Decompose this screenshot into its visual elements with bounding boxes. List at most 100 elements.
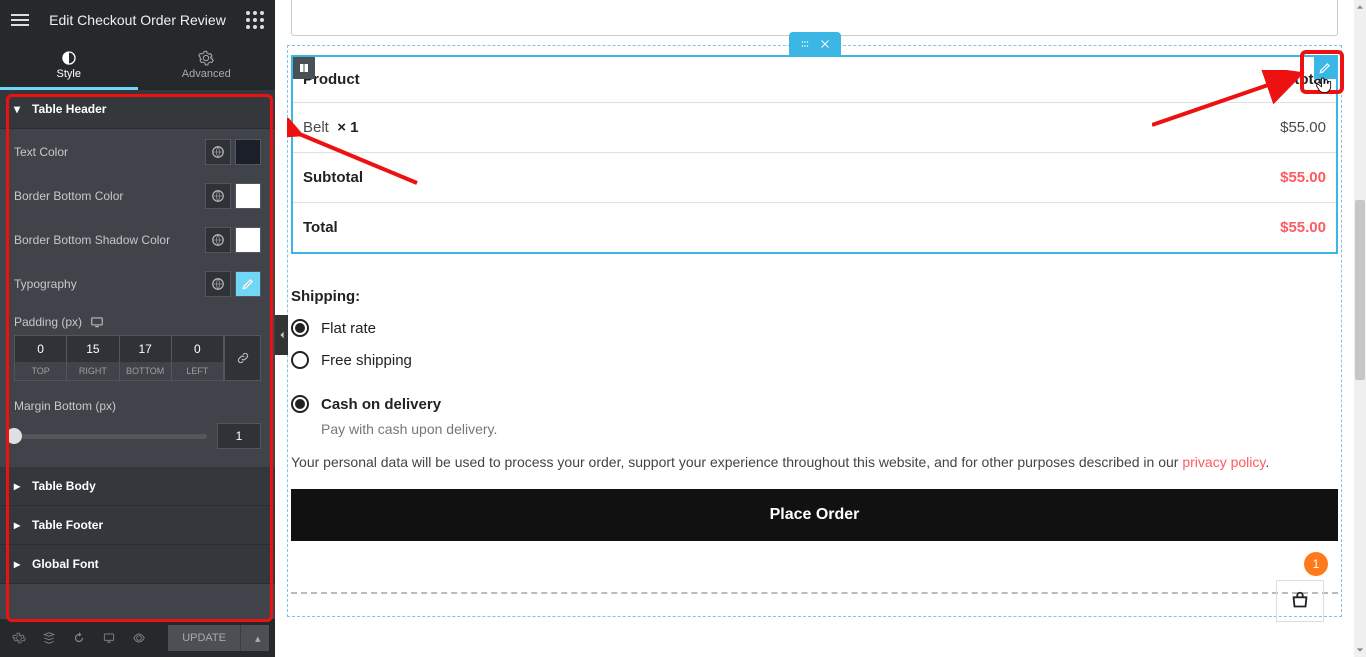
section-table-header-content: Text Color Border Bottom Color Border Bo… <box>0 129 275 467</box>
item-qty: × 1 <box>337 119 358 136</box>
shipping-flat-rate-label: Flat rate <box>321 320 376 337</box>
place-order-button[interactable]: Place Order <box>291 489 1338 541</box>
history-icon[interactable] <box>66 625 92 651</box>
opt-border-bottom-shadow-color-label: Border Bottom Shadow Color <box>14 233 170 247</box>
radio-icon <box>291 395 309 413</box>
opt-typography: Typography <box>14 271 261 297</box>
sidebar-body: ▾ Table Header Text Color Border Bottom … <box>0 90 275 619</box>
margin-bottom-slider[interactable] <box>14 434 207 439</box>
update-dropdown[interactable]: ▴ <box>240 625 269 651</box>
border-bottom-color-swatch[interactable] <box>235 183 261 209</box>
typography-edit-button[interactable] <box>235 271 261 297</box>
padding-top-input[interactable] <box>15 336 66 362</box>
textarea-bottom-edge[interactable] <box>291 0 1338 36</box>
sidebar-footer: UPDATE ▴ <box>0 619 275 657</box>
section-table-body[interactable]: ▸ Table Body <box>0 467 275 506</box>
settings-icon[interactable] <box>6 625 32 651</box>
responsive-icon[interactable] <box>90 315 104 329</box>
payment-cod[interactable]: Cash on delivery <box>291 395 1338 413</box>
opt-border-bottom-shadow-color: Border Bottom Shadow Color <box>14 227 261 253</box>
below-order: Shipping: Flat rate Free shipping Cash o… <box>291 288 1338 541</box>
total-value: $55.00 <box>815 203 1337 253</box>
row-subtotal: Subtotal $55.00 <box>293 153 1336 203</box>
sidebar-collapse-handle[interactable] <box>275 315 288 355</box>
radio-icon <box>291 319 309 337</box>
privacy-text: Your personal data will be used to proce… <box>291 453 1338 473</box>
update-button[interactable]: UPDATE <box>168 625 240 651</box>
opt-border-bottom-color-label: Border Bottom Color <box>14 189 123 203</box>
opt-margin-bottom-label: Margin Bottom (px) <box>14 399 261 413</box>
slider-thumb[interactable] <box>6 428 22 444</box>
menu-icon[interactable] <box>8 8 32 32</box>
th-product: Product <box>293 57 815 103</box>
close-icon[interactable] <box>819 38 831 50</box>
navigator-icon[interactable] <box>36 625 62 651</box>
th-subtotal: Subtotal <box>815 57 1337 103</box>
scroll-down-icon[interactable] <box>1354 643 1366 657</box>
total-label: Total <box>293 203 815 253</box>
cursor-hand-icon <box>1314 75 1334 95</box>
section-table-header[interactable]: ▾ Table Header <box>0 90 275 129</box>
tab-advanced-label: Advanced <box>182 68 231 80</box>
add-section-divider[interactable] <box>291 592 1338 594</box>
editor-sidebar: Edit Checkout Order Review Style Advance… <box>0 0 275 657</box>
text-color-swatch[interactable] <box>235 139 261 165</box>
tab-style-label: Style <box>57 68 81 80</box>
section-handle[interactable] <box>789 32 841 56</box>
subtotal-label: Subtotal <box>293 153 815 203</box>
drag-icon <box>799 38 811 50</box>
item-price: $55.00 <box>815 103 1337 153</box>
opt-padding: Padding (px) TOP RIGHT BOTTOM LEFT <box>14 315 261 381</box>
caret-right-icon: ▸ <box>14 557 24 571</box>
shipping-flat-rate[interactable]: Flat rate <box>291 319 1338 337</box>
cart-button[interactable] <box>1276 580 1324 622</box>
shipping-title: Shipping: <box>291 288 1338 305</box>
shipping-free[interactable]: Free shipping <box>291 351 1338 369</box>
global-color-icon[interactable] <box>205 139 231 165</box>
section-global-font[interactable]: ▸ Global Font <box>0 545 275 584</box>
opt-text-color-label: Text Color <box>14 145 68 159</box>
padding-bottom-sub: BOTTOM <box>126 362 164 380</box>
global-color-icon[interactable] <box>205 183 231 209</box>
padding-bottom-input[interactable] <box>120 336 171 362</box>
shipping-free-label: Free shipping <box>321 352 412 369</box>
sidebar-title: Edit Checkout Order Review <box>32 12 243 28</box>
border-bottom-shadow-color-swatch[interactable] <box>235 227 261 253</box>
padding-left-sub: LEFT <box>186 362 208 380</box>
sidebar-header: Edit Checkout Order Review <box>0 0 275 40</box>
editor-canvas: Product Subtotal Belt × 1 $55.00 Subtota… <box>275 0 1354 657</box>
section-global-font-label: Global Font <box>32 557 99 571</box>
global-color-icon[interactable] <box>205 227 231 253</box>
table-row: Belt × 1 $55.00 <box>293 103 1336 153</box>
section-table-footer-label: Table Footer <box>32 518 103 532</box>
row-total: Total $55.00 <box>293 203 1336 253</box>
floating-cart: 1 <box>1276 546 1324 622</box>
section-table-body-label: Table Body <box>32 479 96 493</box>
column-handle-icon[interactable] <box>293 57 315 79</box>
padding-link-toggle[interactable] <box>224 336 260 380</box>
opt-padding-label: Padding (px) <box>14 315 82 329</box>
padding-left-input[interactable] <box>172 336 223 362</box>
apps-icon[interactable] <box>243 8 267 32</box>
order-review-table: Product Subtotal Belt × 1 $55.00 Subtota… <box>293 57 1336 252</box>
caret-down-icon: ▾ <box>14 102 24 116</box>
padding-top-sub: TOP <box>31 362 49 380</box>
payment-cod-desc: Pay with cash upon delivery. <box>321 421 1338 437</box>
scroll-up-icon[interactable] <box>1354 0 1366 14</box>
tab-advanced[interactable]: Advanced <box>138 40 276 90</box>
tab-style[interactable]: Style <box>0 40 138 90</box>
opt-text-color: Text Color <box>14 139 261 165</box>
radio-icon <box>291 351 309 369</box>
caret-right-icon: ▸ <box>14 479 24 493</box>
vertical-scrollbar[interactable] <box>1354 0 1366 657</box>
padding-right-input[interactable] <box>67 336 118 362</box>
scrollbar-thumb[interactable] <box>1355 200 1365 380</box>
checkout-order-review-widget[interactable]: Product Subtotal Belt × 1 $55.00 Subtota… <box>291 55 1338 254</box>
section-table-footer[interactable]: ▸ Table Footer <box>0 506 275 545</box>
opt-typography-label: Typography <box>14 277 77 291</box>
responsive-mode-icon[interactable] <box>96 625 122 651</box>
preview-icon[interactable] <box>126 625 152 651</box>
privacy-policy-link[interactable]: privacy policy <box>1182 454 1265 470</box>
global-typography-icon[interactable] <box>205 271 231 297</box>
margin-bottom-value[interactable] <box>217 423 261 449</box>
